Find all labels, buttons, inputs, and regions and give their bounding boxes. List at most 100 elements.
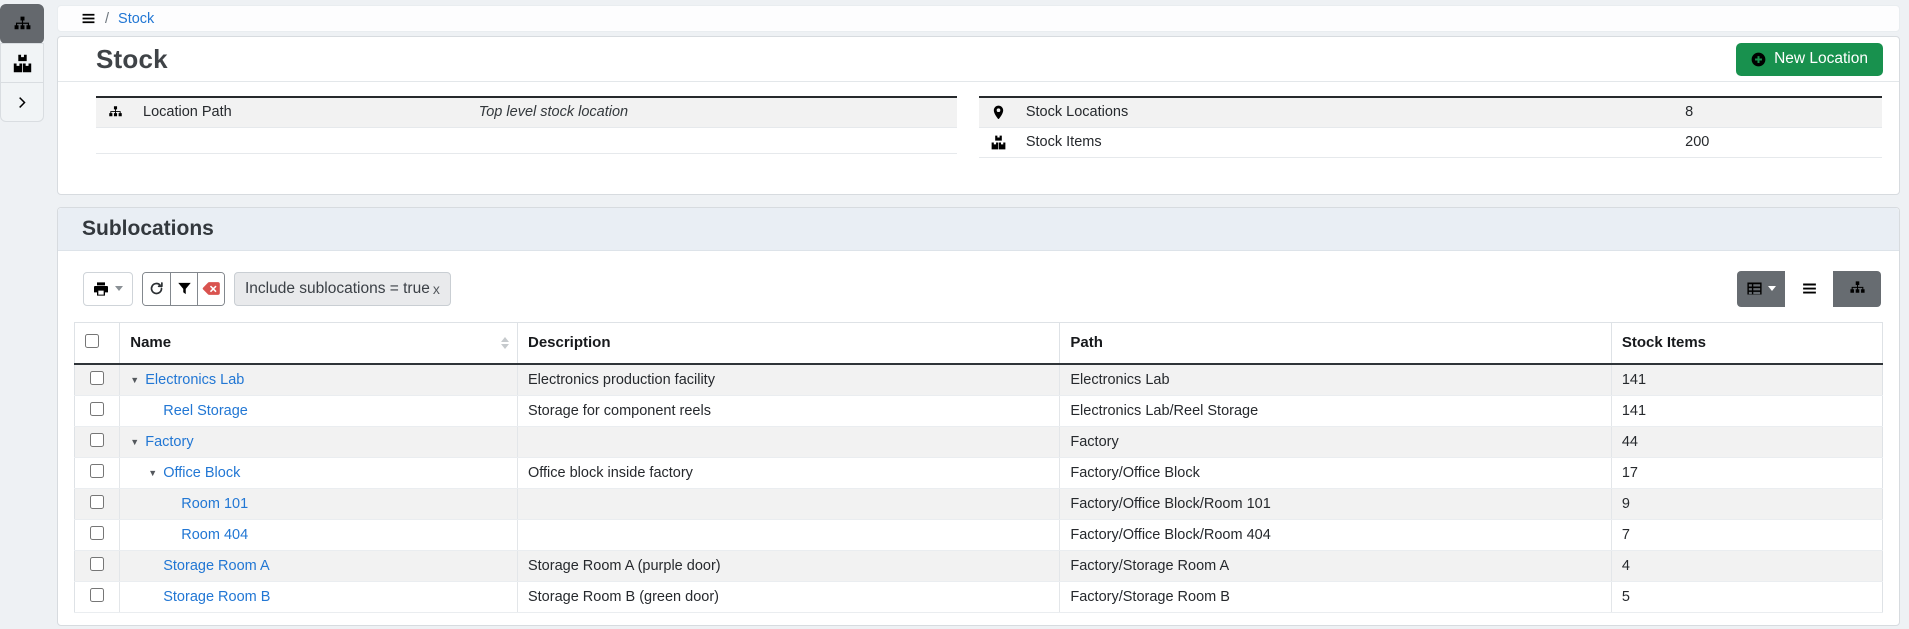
- select-all-checkbox[interactable]: [85, 334, 99, 348]
- row-checkbox[interactable]: [90, 464, 104, 478]
- row-checkbox-cell: [75, 364, 120, 396]
- app-root: / Stock Stock New Location Location: [0, 0, 1909, 629]
- tree-indent: [130, 410, 148, 411]
- row-checkbox[interactable]: [90, 433, 104, 447]
- stock-items-cell: 44: [1611, 426, 1882, 457]
- main-content: / Stock Stock New Location Location: [44, 0, 1909, 629]
- clear-filters-button[interactable]: [197, 273, 224, 305]
- sublocations-table-body: ▼Electronics LabElectronics production f…: [75, 364, 1883, 613]
- filter-button[interactable]: [170, 273, 197, 305]
- tree-indent: [130, 596, 148, 597]
- sort-icon: [501, 337, 509, 349]
- sitemap-icon: [13, 15, 32, 34]
- caret-down-icon: [115, 286, 123, 291]
- new-location-button[interactable]: New Location: [1736, 43, 1883, 76]
- row-checkbox-cell: [75, 426, 120, 457]
- tree-icon: [1849, 280, 1866, 297]
- sidebar-item-stock-items[interactable]: [0, 43, 44, 83]
- location-name-cell: Storage Room A: [120, 550, 518, 581]
- boxes-icon: [13, 54, 32, 73]
- location-description-cell: [517, 519, 1059, 550]
- new-location-label: New Location: [1774, 50, 1868, 68]
- list-icon: [1801, 280, 1818, 297]
- tree-collapse-icon[interactable]: ▼: [130, 375, 145, 385]
- row-checkbox-cell: [75, 488, 120, 519]
- stock-details-body: Location Path Top level stock location S…: [58, 82, 1899, 194]
- row-checkbox-cell: [75, 519, 120, 550]
- stock-summary-table: Stock Locations 8 Stock Items 200: [979, 96, 1882, 158]
- breadcrumb-separator: /: [105, 11, 109, 27]
- location-link[interactable]: Room 101: [181, 496, 248, 512]
- funnel-icon: [177, 281, 192, 296]
- location-link[interactable]: Office Block: [163, 465, 240, 481]
- column-header-name[interactable]: Name: [120, 322, 518, 364]
- row-checkbox[interactable]: [90, 588, 104, 602]
- stock-items-cell: 4: [1611, 550, 1882, 581]
- refresh-button[interactable]: [143, 273, 170, 305]
- location-path-cell: Electronics Lab: [1060, 364, 1611, 396]
- sidebar-item-sublocations[interactable]: [0, 4, 44, 44]
- table-row: ▼Electronics LabElectronics production f…: [75, 364, 1883, 396]
- location-name-cell: Room 101: [120, 488, 518, 519]
- location-path-cell: Factory/Storage Room B: [1060, 581, 1611, 612]
- plus-circle-icon: [1751, 52, 1766, 67]
- tree-collapse-icon[interactable]: ▼: [130, 437, 145, 447]
- print-button[interactable]: [83, 272, 133, 306]
- location-link[interactable]: Storage Room B: [163, 589, 270, 605]
- location-description-cell: [517, 488, 1059, 519]
- list-view-button[interactable]: [1785, 271, 1833, 307]
- location-name-cell: Reel Storage: [120, 395, 518, 426]
- tree-collapse-icon[interactable]: ▼: [148, 468, 163, 478]
- row-checkbox[interactable]: [90, 402, 104, 416]
- boxes-icon: [991, 135, 1006, 150]
- table-toolbar: Include sublocations = true x: [83, 271, 1881, 307]
- sublocations-table: Name Description Path Stock Items: [74, 322, 1883, 613]
- column-select-button[interactable]: [1737, 271, 1785, 307]
- location-link[interactable]: Factory: [145, 434, 193, 450]
- location-path-cell: Factory/Office Block: [1060, 457, 1611, 488]
- row-checkbox[interactable]: [90, 557, 104, 571]
- location-name-cell: ▼Factory: [120, 426, 518, 457]
- column-header-description: Description: [517, 322, 1059, 364]
- sidebar-expand-button[interactable]: [0, 82, 44, 122]
- location-link[interactable]: Storage Room A: [163, 558, 269, 574]
- sublocations-title: Sublocations: [82, 217, 214, 241]
- location-link[interactable]: Room 404: [181, 527, 248, 543]
- tree-view-button[interactable]: [1833, 271, 1881, 307]
- location-name-cell: Room 404: [120, 519, 518, 550]
- stock-locations-label: Stock Locations: [1016, 97, 1675, 127]
- sublocations-panel-body: Include sublocations = true x: [58, 251, 1899, 625]
- tree-indent: [130, 565, 148, 566]
- row-checkbox[interactable]: [90, 371, 104, 385]
- stock-items-cell: 141: [1611, 364, 1882, 396]
- location-path-cell: Factory/Office Block/Room 101: [1060, 488, 1611, 519]
- row-checkbox-cell: [75, 457, 120, 488]
- breadcrumb-menu-icon[interactable]: [81, 11, 96, 26]
- stock-locations-row: Stock Locations 8: [979, 97, 1882, 127]
- bars-icon: [81, 11, 96, 26]
- sublocations-panel: Sublocations: [57, 207, 1900, 626]
- printer-icon: [93, 281, 109, 297]
- filter-chip-remove-icon[interactable]: x: [433, 281, 440, 297]
- row-checkbox-cell: [75, 581, 120, 612]
- location-path-cell: Factory/Storage Room A: [1060, 550, 1611, 581]
- row-checkbox[interactable]: [90, 526, 104, 540]
- filter-chip[interactable]: Include sublocations = true x: [234, 272, 451, 306]
- table-header-row: Name Description Path Stock Items: [75, 322, 1883, 364]
- location-path-row: Location Path Top level stock location: [96, 97, 957, 127]
- row-checkbox[interactable]: [90, 495, 104, 509]
- row-checkbox-cell: [75, 395, 120, 426]
- remove-filter-icon: [202, 279, 221, 298]
- location-path-value: Top level stock location: [469, 97, 957, 127]
- location-description-cell: Storage Room A (purple door): [517, 550, 1059, 581]
- stock-items-value: 200: [1675, 127, 1882, 157]
- sidebar: [0, 0, 44, 629]
- location-path-cell: Factory: [1060, 426, 1611, 457]
- breadcrumb-stock-link[interactable]: Stock: [118, 11, 154, 27]
- tree-indent: [130, 472, 148, 473]
- location-name-cell: Storage Room B: [120, 581, 518, 612]
- location-description-cell: [517, 426, 1059, 457]
- stock-items-label: Stock Items: [1016, 127, 1675, 157]
- location-link[interactable]: Reel Storage: [163, 403, 248, 419]
- location-link[interactable]: Electronics Lab: [145, 372, 244, 388]
